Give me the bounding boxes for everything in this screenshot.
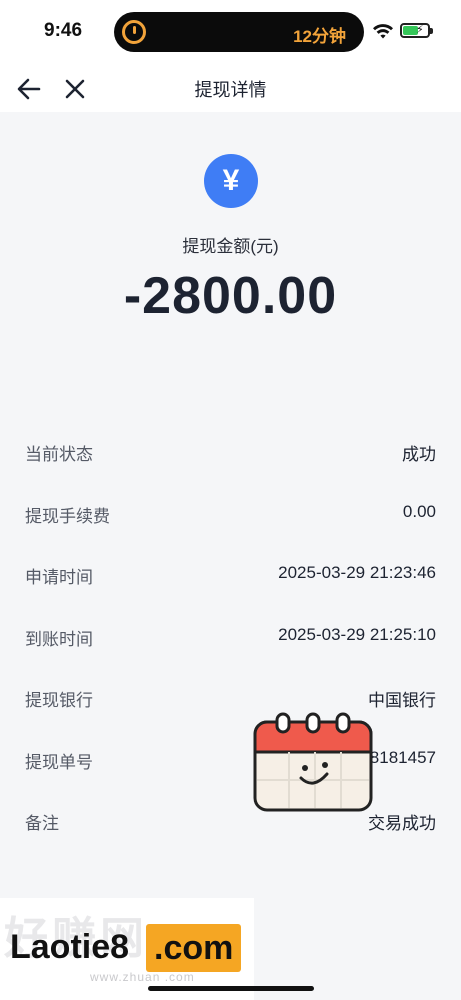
calendar-sticker-icon[interactable] xyxy=(253,712,373,812)
detail-row-arrival-time: 到账时间 2025-03-29 21:25:10 xyxy=(0,605,461,667)
detail-value: 交易成功 xyxy=(368,814,436,833)
detail-label: 提现单号 xyxy=(25,752,93,772)
watermark-url: www.zhuan .com xyxy=(90,970,195,984)
detail-row-status: 当前状态 成功 xyxy=(0,420,461,482)
dynamic-island[interactable]: 12分钟 xyxy=(114,12,364,52)
watermark-site-tld: .com xyxy=(146,924,242,972)
amount-value: -2800.00 xyxy=(123,267,338,325)
detail-label: 提现手续费 xyxy=(25,506,110,526)
detail-value: 2025-03-29 21:25:10 xyxy=(278,624,436,644)
island-timer-text: 12分钟 xyxy=(293,27,346,46)
detail-label: 到账时间 xyxy=(25,629,93,649)
page-title: 提现详情 xyxy=(194,80,267,100)
detail-row-fee: 提现手续费 0.00 xyxy=(0,482,461,544)
nav-bar: 提现详情 xyxy=(0,62,461,112)
watermark-site-name: Laotie8 xyxy=(10,928,130,966)
detail-label: 申请时间 xyxy=(25,568,93,587)
wifi-icon xyxy=(373,24,393,39)
detail-value: 2025-03-29 21:23:46 xyxy=(278,563,436,582)
status-time: 9:46 xyxy=(44,20,83,41)
detail-label: 备注 xyxy=(25,814,59,833)
amount-label: 提现金额(元) xyxy=(182,237,279,256)
detail-value: 0.00 xyxy=(402,501,436,521)
detail-label: 当前状态 xyxy=(25,445,93,464)
home-indicator[interactable] xyxy=(148,986,314,991)
yuan-icon: ¥ xyxy=(204,154,258,208)
detail-row-bank: 提现银行 中国银行 xyxy=(0,666,461,728)
detail-value: 中国银行 xyxy=(368,691,436,710)
status-bar: 9:46 12分钟 ⚡ xyxy=(0,0,461,62)
detail-label: 提现银行 xyxy=(25,691,93,710)
detail-row-remark: 备注 交易成功 xyxy=(0,789,461,851)
detail-row-apply-time: 申请时间 2025-03-29 21:23:46 xyxy=(0,543,461,605)
battery-charging-icon: ⚡ xyxy=(400,23,433,38)
detail-value: 成功 xyxy=(402,445,436,464)
timer-icon xyxy=(122,20,146,44)
detail-list: 当前状态 成功 提现手续费 0.00 申请时间 2025-03-29 21:23… xyxy=(0,420,461,851)
detail-row-order-number: 提现单号 10 8181457 xyxy=(0,728,461,790)
